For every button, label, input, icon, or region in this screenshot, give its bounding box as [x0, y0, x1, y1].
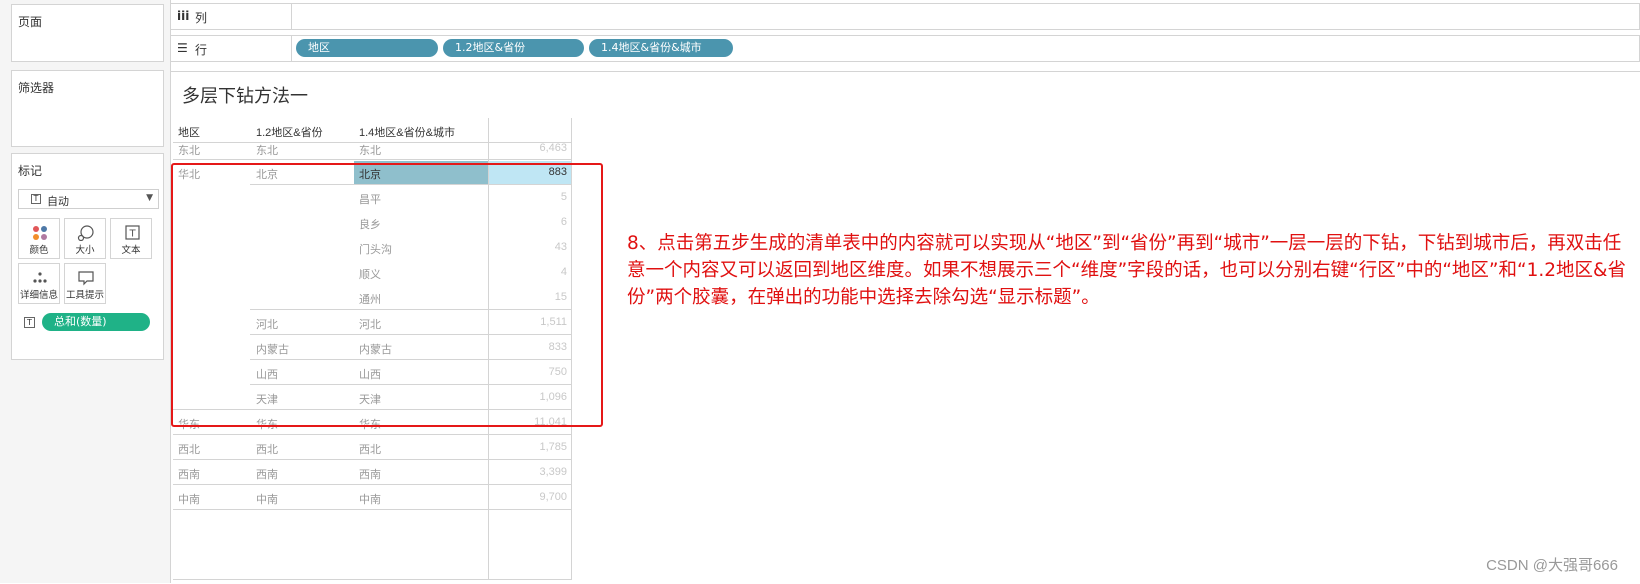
row-separator: [173, 484, 572, 485]
watermark: CSDN @大强哥666: [1486, 557, 1618, 574]
row-separator: [173, 459, 572, 460]
svg-text:T: T: [128, 229, 136, 240]
rows-label: 行: [195, 43, 208, 57]
color-button[interactable]: 颜色: [18, 218, 60, 259]
table-bottom-border: [173, 579, 572, 580]
cell-value[interactable]: 6,463: [488, 142, 567, 154]
filters-card[interactable]: 筛选器: [11, 70, 164, 147]
cell-region[interactable]: 西北: [178, 441, 200, 457]
marks-card: 标记 T 自动 ▼ 颜色 大小 T 文本 详细信息 工具提示 T 总和(数量): [11, 153, 164, 360]
shelf-divider: [291, 36, 292, 61]
columns-label: 列: [195, 11, 208, 25]
worksheet-title: 多层下钻方法一: [182, 86, 308, 107]
mark-type-value: 自动: [47, 195, 69, 208]
tooltip-label: 工具提示: [65, 290, 104, 301]
detail-dots-icon: [33, 272, 47, 283]
color-dots-icon: [33, 226, 47, 240]
row-pill-region[interactable]: 地区: [296, 39, 438, 57]
shelf-divider: [291, 4, 292, 29]
cell-value[interactable]: 3,399: [488, 466, 567, 478]
size-button[interactable]: 大小: [64, 218, 106, 259]
rows-shelf[interactable]: ☰ 行 地区 1.2地区&省份 1.4地区&省份&城市: [170, 35, 1640, 62]
row-separator: [173, 159, 572, 160]
text-mark-icon: T: [31, 194, 41, 204]
tooltip-icon: [78, 271, 94, 286]
mark-type-dropdown[interactable]: T 自动 ▼: [18, 189, 159, 209]
measure-pill[interactable]: 总和(数量): [42, 313, 150, 331]
chevron-down-icon: ▼: [146, 193, 153, 203]
columns-icon: iii: [177, 9, 190, 23]
text-button[interactable]: T 文本: [110, 218, 152, 259]
cell-province[interactable]: 西南: [256, 466, 278, 482]
cell-region[interactable]: 中南: [178, 491, 200, 507]
annotation-text: 8、点击第五步生成的清单表中的内容就可以实现从“地区”到“省份”再到“城市”一层…: [627, 233, 1626, 308]
text-label: 文本: [121, 245, 141, 256]
header-province[interactable]: 1.2地区&省份: [256, 124, 323, 140]
rows-icon: ☰: [177, 41, 188, 55]
color-label: 颜色: [29, 245, 49, 256]
left-sidebar: 页面 筛选器 标记 T 自动 ▼ 颜色 大小 T 文本 详细信息 工具提示 T …: [0, 0, 171, 583]
detail-label: 详细信息: [19, 290, 58, 301]
columns-shelf[interactable]: iii 列: [170, 3, 1640, 30]
cell-province[interactable]: 东北: [256, 142, 278, 158]
row-separator: [173, 434, 572, 435]
cell-province[interactable]: 中南: [256, 491, 278, 507]
marks-title: 标记: [18, 164, 43, 178]
text-icon: T: [125, 225, 140, 240]
cell-province[interactable]: 西北: [256, 441, 278, 457]
row-pill-city[interactable]: 1.4地区&省份&城市: [589, 39, 733, 57]
tooltip-button[interactable]: 工具提示: [64, 263, 106, 304]
cell-value[interactable]: 1,785: [488, 441, 567, 453]
cell-value[interactable]: 9,700: [488, 491, 567, 503]
cell-city[interactable]: 中南: [359, 491, 381, 507]
pages-title: 页面: [18, 15, 43, 29]
cell-city[interactable]: 东北: [359, 142, 381, 158]
cell-city[interactable]: 西南: [359, 466, 381, 482]
cell-city[interactable]: 西北: [359, 441, 381, 457]
row-separator: [173, 509, 572, 510]
row-pill-province[interactable]: 1.2地区&省份: [443, 39, 584, 57]
header-region[interactable]: 地区: [178, 124, 200, 140]
size-label: 大小: [75, 245, 95, 256]
size-icon: [77, 225, 94, 241]
text-encoding-icon: T: [24, 317, 35, 328]
filters-title: 筛选器: [18, 81, 55, 95]
detail-button[interactable]: 详细信息: [18, 263, 60, 304]
cell-region[interactable]: 东北: [178, 142, 200, 158]
annotation-highlight-box: [171, 163, 603, 427]
header-city[interactable]: 1.4地区&省份&城市: [359, 124, 455, 140]
cell-region[interactable]: 西南: [178, 466, 200, 482]
pages-card: 页面: [11, 4, 164, 62]
